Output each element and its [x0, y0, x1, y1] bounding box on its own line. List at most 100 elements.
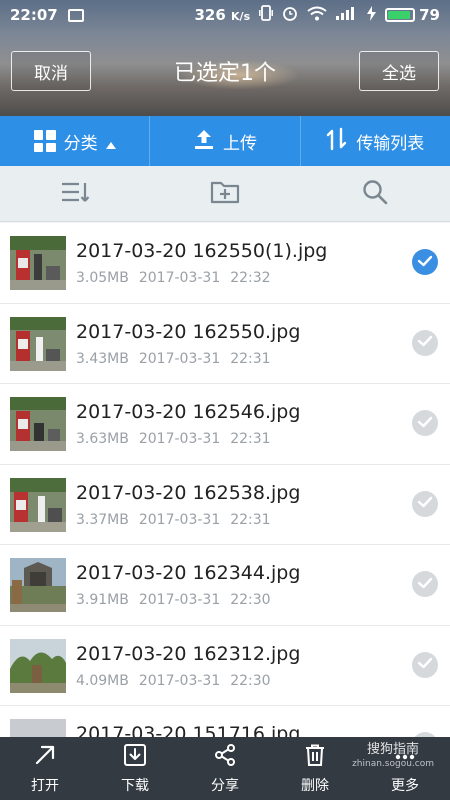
list-item[interactable]: 2017-03-20 162546.jpg 3.63MB 2017-03-31 22… [0, 384, 450, 465]
file-meta: 3.43MB 2017-03-31 22:31 [76, 351, 271, 367]
share-icon [213, 743, 237, 771]
file-size: 3.37MB [76, 511, 129, 528]
delete-button[interactable]: 删除 [270, 737, 360, 800]
list-item[interactable]: 2017-03-20 162550.jpg 3.43MB 2017-03-31 22… [0, 303, 450, 384]
download-button[interactable]: 下载 [90, 737, 180, 800]
alarm-icon [282, 5, 298, 25]
unselected-checkbox[interactable] [412, 329, 438, 356]
file-time: 22:30 [230, 672, 271, 689]
file-time: 22:30 [230, 592, 271, 608]
thumbnail-image [10, 638, 66, 693]
file-size: 3.63MB [76, 431, 129, 447]
new-folder-button[interactable] [150, 179, 300, 209]
list-item[interactable]: 2017-03-20 151716.jpg [0, 706, 450, 737]
file-date: 2017-03-31 [138, 431, 221, 447]
file-date: 2017-03-31 [138, 592, 221, 608]
battery-level: 79 [419, 6, 440, 24]
status-time: 22:07 [10, 6, 58, 24]
header: 22:07 326 K/s 79 取消 已选定1个 全选 [0, 0, 450, 116]
charging-icon [367, 5, 377, 25]
file-list: 2017-03-20 162550(1).jpg 3.05MB 2017-03-3… [0, 223, 450, 737]
file-size: 3.05MB [76, 270, 129, 286]
file-time: 22:32 [230, 270, 271, 286]
status-bar: 22:07 326 K/s 79 [0, 0, 450, 30]
file-name: 2017-03-20 151716.jpg [76, 723, 301, 737]
share-button[interactable]: 分享 [180, 737, 270, 800]
list-item[interactable]: 2017-03-20 162550(1).jpg 3.05MB 2017-03-3… [0, 223, 450, 304]
check-icon [417, 333, 433, 352]
tab-category-label: 分类 [63, 133, 98, 154]
more-label: 更多 [391, 777, 419, 794]
tab-upload-label: 上传 [222, 133, 257, 154]
tab-category[interactable]: 分类 [0, 116, 149, 166]
upload-icon [193, 128, 215, 155]
download-label: 下载 [121, 777, 149, 794]
file-name: 2017-03-20 162550(1).jpg [76, 240, 328, 262]
thumbnail-image [10, 719, 66, 737]
unselected-checkbox[interactable] [412, 571, 438, 597]
tab-transfer-list[interactable]: 传输列表 [299, 116, 450, 166]
vibrate-icon [259, 5, 274, 25]
thumbnail-image [10, 316, 66, 371]
file-meta: 4.09MB 2017-03-31 22:30 [76, 673, 271, 689]
download-icon [123, 743, 147, 771]
unselected-checkbox[interactable] [412, 651, 438, 678]
tab-transfer-label: 传输列表 [356, 133, 425, 154]
file-time: 22:31 [230, 431, 271, 447]
file-meta: 3.63MB 2017-03-31 22:31 [76, 431, 271, 447]
watermark-url: zhinan.sogou.com [352, 759, 434, 769]
speed-unit: K/s [231, 10, 251, 23]
search-icon [361, 178, 389, 210]
file-name: 2017-03-20 162312.jpg [76, 642, 301, 665]
watermark-title: 搜狗指南 [367, 742, 420, 757]
tab-upload[interactable]: 上传 [149, 116, 299, 166]
top-bar: 取消 已选定1个 全选 [0, 45, 450, 97]
file-name: 2017-03-20 162546.jpg [76, 401, 301, 423]
file-meta: 3.91MB 2017-03-31 22:30 [76, 592, 271, 608]
file-time: 22:31 [230, 350, 271, 367]
thumbnail-image [10, 236, 66, 290]
file-meta: 3.05MB 2017-03-31 22:32 [76, 270, 271, 286]
delete-label: 删除 [301, 777, 329, 794]
dropdown-triangle-icon [105, 141, 116, 149]
selected-checkbox[interactable] [412, 249, 438, 275]
network-speed: 326 K/s [194, 6, 250, 24]
signal-icon [336, 6, 358, 24]
grid-icon [33, 130, 56, 152]
watermark: 搜狗指南 zhinan.sogou.com [352, 743, 434, 771]
file-meta: 3.37MB 2017-03-31 22:31 [76, 512, 271, 528]
open-button[interactable]: 打开 [0, 737, 90, 800]
unselected-checkbox[interactable] [412, 490, 438, 517]
check-icon [417, 575, 433, 594]
thumbnail-image [10, 397, 66, 451]
file-date: 2017-03-31 [138, 350, 221, 367]
file-time: 22:31 [230, 511, 271, 528]
transfer-icon [326, 127, 348, 156]
check-icon [417, 414, 433, 433]
unselected-checkbox[interactable] [412, 410, 438, 436]
select-all-button[interactable]: 全选 [359, 51, 439, 91]
new-folder-icon [210, 179, 240, 209]
share-label: 分享 [211, 777, 239, 794]
file-date: 2017-03-31 [138, 511, 221, 528]
tool-row [0, 166, 450, 222]
sort-icon [59, 179, 91, 209]
delete-icon [303, 743, 327, 771]
list-item[interactable]: 2017-03-20 162312.jpg 4.09MB 2017-03-31 22… [0, 625, 450, 706]
battery-icon [385, 8, 416, 22]
battery: 79 [385, 6, 440, 24]
file-size: 3.43MB [76, 350, 129, 367]
tab-bar: 分类 上传 传输列表 [0, 116, 450, 166]
open-icon [33, 743, 57, 771]
file-name: 2017-03-20 162550.jpg [76, 320, 301, 343]
list-item[interactable]: 2017-03-20 162344.jpg 3.91MB 2017-03-31 22… [0, 545, 450, 626]
sort-button[interactable] [0, 179, 150, 209]
wifi-icon [307, 6, 327, 25]
file-date: 2017-03-31 [138, 672, 221, 689]
search-button[interactable] [300, 178, 450, 210]
check-icon [417, 494, 433, 513]
list-item[interactable]: 2017-03-20 162538.jpg 3.37MB 2017-03-31 22… [0, 464, 450, 545]
file-size: 4.09MB [76, 672, 129, 689]
check-icon [417, 253, 433, 272]
file-name: 2017-03-20 162344.jpg [76, 562, 301, 584]
